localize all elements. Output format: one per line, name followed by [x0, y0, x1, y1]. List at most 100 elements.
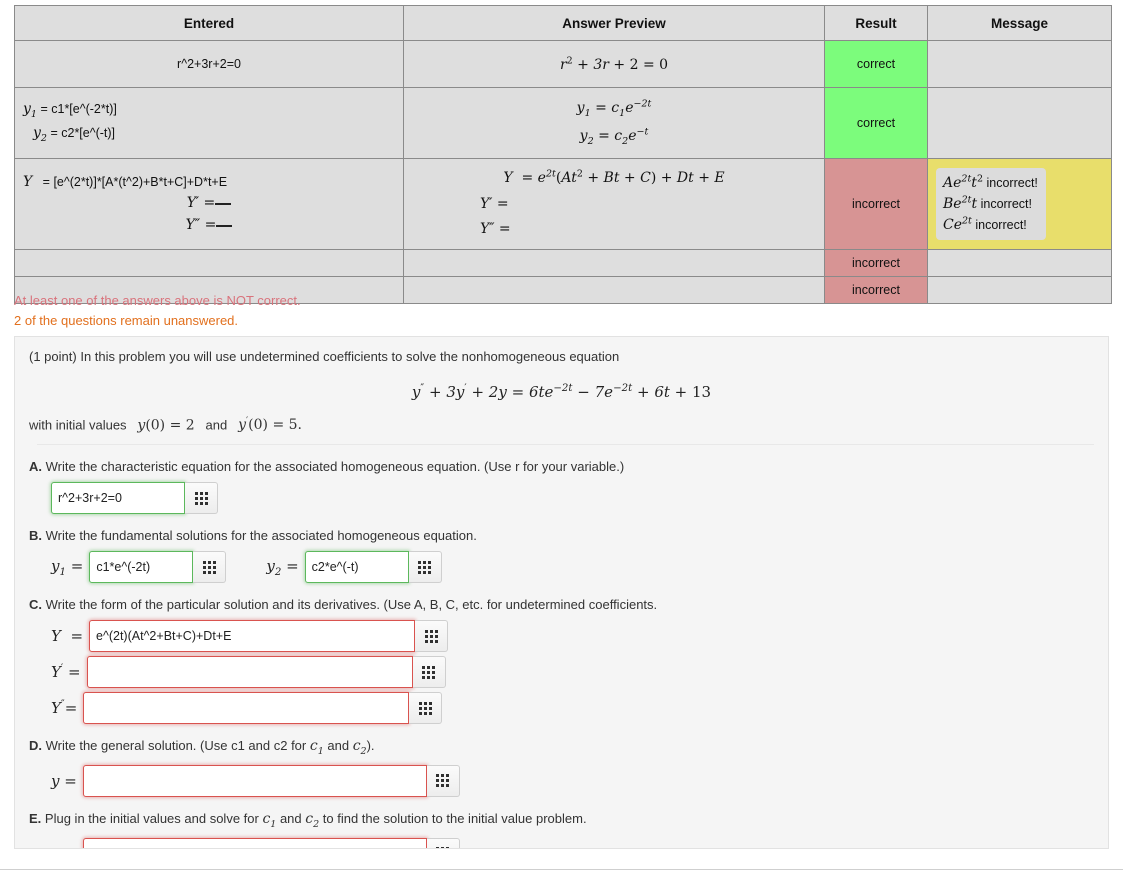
keypad-grid-icon [418, 560, 432, 574]
keypad-button-d[interactable] [426, 764, 460, 797]
Y-value: = [e^(2*t)]*[A*(t^2)+B*t+C]+D*t+E [42, 174, 228, 189]
part-b-field-row: y1 = y2 = [51, 551, 1094, 584]
error-message-box: Ae2tt2 incorrect! Be2tt incorrect! Ce2t … [936, 168, 1046, 241]
part-d-letter: D. [29, 738, 42, 754]
part-c-field-row-Yprime: Y′ = [51, 656, 1094, 689]
answer-input-group [82, 837, 460, 848]
entered-cell: y1 = c1*[e^(-2*t)] y2 = c2*[e^(-t)] [14, 87, 404, 159]
error-line: Be2tt incorrect! [943, 194, 1032, 212]
entered-cell: Y = [e^(2*t)]*[A*(t^2)+B*t+C]+D*t+E Y′ =… [14, 157, 404, 251]
initial-values-prefix: with initial values [29, 417, 127, 433]
keypad-grid-icon [422, 665, 436, 679]
part-d-text: Write the general solution. (Use c1 and … [45, 738, 375, 757]
table-row: Y = [e^(2*t)]*[A*(t^2)+B*t+C]+D*t+E Y′ =… [14, 157, 1112, 251]
answer-input-d[interactable] [82, 764, 427, 797]
answer-preview-cell: Y = e2t(At2 + Bt + C) + Dt + E Y′ = Y″ = [403, 157, 825, 251]
answer-preview-cell: r2 + 3r + 2 = 0 [403, 40, 825, 88]
answer-input-group [83, 692, 443, 725]
error-line: Ce2t incorrect! [943, 215, 1027, 233]
answer-input-b-y1[interactable] [89, 551, 194, 584]
column-header-result: Result [824, 5, 928, 41]
problem-points: (1 point) [29, 349, 77, 364]
keypad-grid-icon [418, 701, 432, 715]
y1-field-label: y1 = [51, 556, 84, 578]
part-a-field-row [51, 482, 1094, 515]
keypad-button-a[interactable] [185, 482, 218, 515]
answer-input-c-Y[interactable] [89, 620, 416, 653]
part-e-letter: E. [29, 810, 42, 826]
answer-input-a[interactable] [51, 482, 185, 515]
y1-value: = c1*[e^(-2*t)] [40, 102, 117, 117]
answer-input-c-Yprime[interactable] [86, 656, 413, 689]
preview-Ydoubleprime: Y″ = [480, 221, 511, 238]
part-c-field-row-Y: Y = [51, 620, 1094, 653]
bottom-divider [0, 869, 1123, 870]
results-table-header-row: Entered Answer Preview Result Message [14, 5, 1112, 41]
part-e-text: Plug in the initial values and solve for… [44, 810, 587, 830]
entered-line-y2: y2 = c2*[e^(-t)] [23, 123, 395, 147]
preview-y2: y2 = c2e−t [579, 126, 649, 147]
table-row: incorrect [14, 249, 1112, 278]
answer-input-group [304, 551, 442, 584]
keypad-grid-icon [436, 774, 450, 788]
column-header-entered: Entered [14, 5, 404, 41]
entered-cell [14, 249, 404, 278]
preview-math: r2 + 3r + 2 = 0 [559, 55, 669, 73]
answer-input-group [86, 656, 446, 689]
Y-field-label: Y = [51, 627, 84, 646]
y2-label: y2 [33, 125, 47, 144]
warning-not-correct: At least one of the answers above is NOT… [14, 293, 301, 308]
message-cell [927, 40, 1112, 88]
keypad-grid-icon [194, 491, 208, 505]
keypad-grid-icon [424, 629, 438, 643]
keypad-button-c-Ydoubleprime[interactable] [409, 692, 443, 725]
part-c-field-row-Ydoubleprime: Y″= [51, 692, 1094, 725]
result-badge: correct [824, 40, 928, 88]
warning-messages: At least one of the answers above is NOT… [14, 291, 301, 330]
answer-preview-cell [403, 276, 825, 305]
problem-panel: (1 point) In this problem you will use u… [14, 336, 1109, 849]
column-header-answer-preview: Answer Preview [403, 5, 825, 41]
section-divider [37, 444, 1094, 446]
keypad-button-b-y2[interactable] [408, 551, 442, 584]
keypad-button-c-Yprime[interactable] [412, 656, 446, 689]
part-d-field-row: y = [51, 764, 1094, 797]
part-a-letter: A. [29, 459, 42, 475]
table-row: y1 = c1*[e^(-2*t)] y2 = c2*[e^(-t)] y1 =… [14, 87, 1112, 159]
part-d-label: D. Write the general solution. (Use c1 a… [29, 738, 1094, 757]
part-e-label: E. Plug in the initial values and solve … [29, 811, 1094, 830]
initial-values-line: with initial values y(0) = 2 and y′(0) =… [29, 415, 1094, 437]
preview-y1: y1 = c1e−2t [576, 98, 652, 119]
answer-input-group [51, 482, 218, 515]
part-a-label: A. Write the characteristic equation for… [29, 459, 1094, 474]
answer-preview-cell [403, 249, 825, 278]
answer-input-group [82, 764, 460, 797]
Ydoubleprime-field-label: Y″= [51, 699, 78, 718]
message-cell [927, 87, 1112, 159]
y-field-label-d: y = [51, 771, 77, 790]
keypad-button-e[interactable] [426, 837, 460, 848]
Yprime-field-label: Y′ = [51, 663, 81, 682]
answer-input-group [89, 551, 227, 584]
Y-label: Y [23, 173, 33, 190]
warning-unanswered: 2 of the questions remain unanswered. [14, 312, 239, 328]
Ydoubleprime-label: Y″ = [185, 217, 217, 234]
keypad-grid-icon [202, 560, 216, 574]
answer-input-c-Ydoubleprime[interactable] [83, 692, 410, 725]
blank-underscore [216, 225, 233, 228]
keypad-button-b-y1[interactable] [193, 551, 227, 584]
answer-input-b-y2[interactable] [304, 551, 409, 584]
keypad-button-c-Y[interactable] [415, 620, 449, 653]
message-cell [927, 276, 1112, 305]
preview-Yprime: Y′ = [480, 195, 509, 212]
results-table-container: Entered Answer Preview Result Message r^… [14, 5, 1112, 305]
part-a-text: Write the characteristic equation for th… [45, 459, 625, 475]
part-c-letter: C. [29, 597, 42, 613]
result-badge: incorrect [824, 249, 928, 278]
problem-equation: y″ + 3y′ + 2y = 6te−2t − 7e−2t + 6t + 13 [411, 382, 712, 401]
answer-input-e[interactable] [82, 837, 427, 848]
y2-value: = c2*[e^(-t)] [50, 126, 116, 140]
entered-line-Y: Y = [e^(2*t)]*[A*(t^2)+B*t+C]+D*t+E [23, 172, 395, 194]
message-cell: Ae2tt2 incorrect! Be2tt incorrect! Ce2t … [927, 157, 1112, 251]
result-badge: incorrect [824, 157, 928, 251]
